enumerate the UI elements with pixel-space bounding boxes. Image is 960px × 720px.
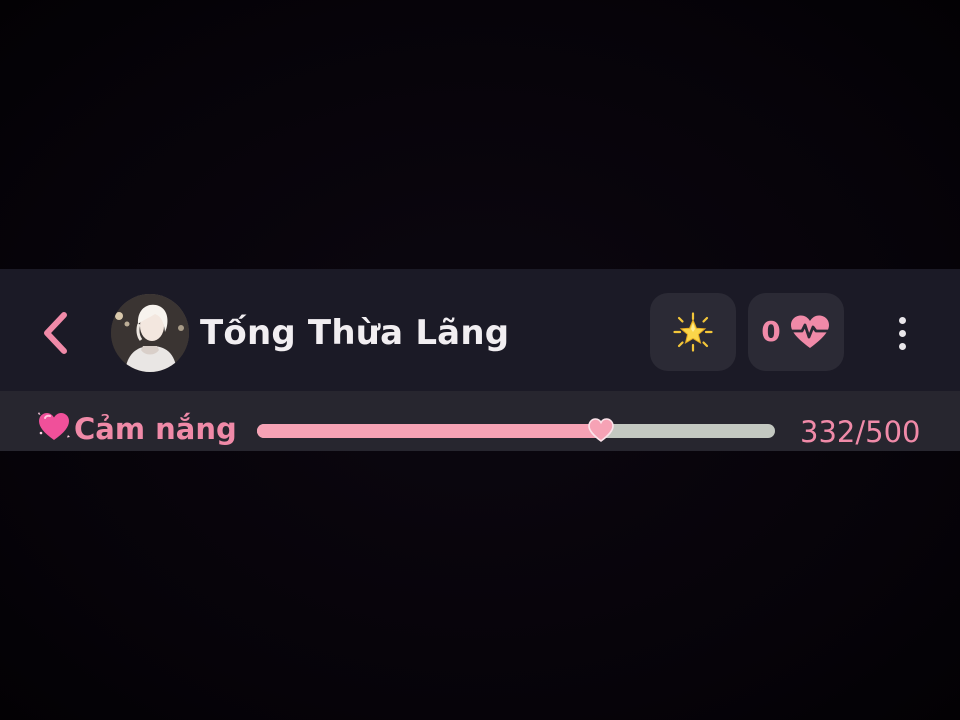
star-button[interactable]	[650, 293, 736, 371]
affection-progress-fill	[257, 424, 601, 438]
back-button[interactable]	[30, 309, 80, 357]
hearts-button[interactable]: 0	[748, 293, 844, 371]
chat-screen: Tống Thừa Lãng 0 Cảm nắng 332/500	[0, 0, 960, 720]
affection-label: Cảm nắng	[74, 412, 237, 446]
vertical-ellipsis-icon	[898, 316, 906, 324]
affection-bar: Cảm nắng 332/500	[0, 391, 960, 451]
avatar-image	[111, 294, 189, 372]
chevron-left-icon	[44, 312, 67, 354]
hearts-count: 0	[761, 315, 781, 348]
chat-header: Tống Thừa Lãng 0	[0, 269, 960, 391]
heart-pulse-icon	[790, 315, 830, 348]
character-name[interactable]: Tống Thừa Lãng	[200, 313, 509, 353]
affection-value: 332/500	[800, 415, 921, 449]
sparkling-heart-icon	[38, 412, 70, 440]
avatar[interactable]	[111, 294, 189, 372]
heart-thumb-icon[interactable]	[587, 417, 615, 443]
more-options-button[interactable]	[884, 309, 920, 357]
glowing-star-icon	[673, 312, 713, 352]
affection-progress-track	[257, 418, 775, 443]
